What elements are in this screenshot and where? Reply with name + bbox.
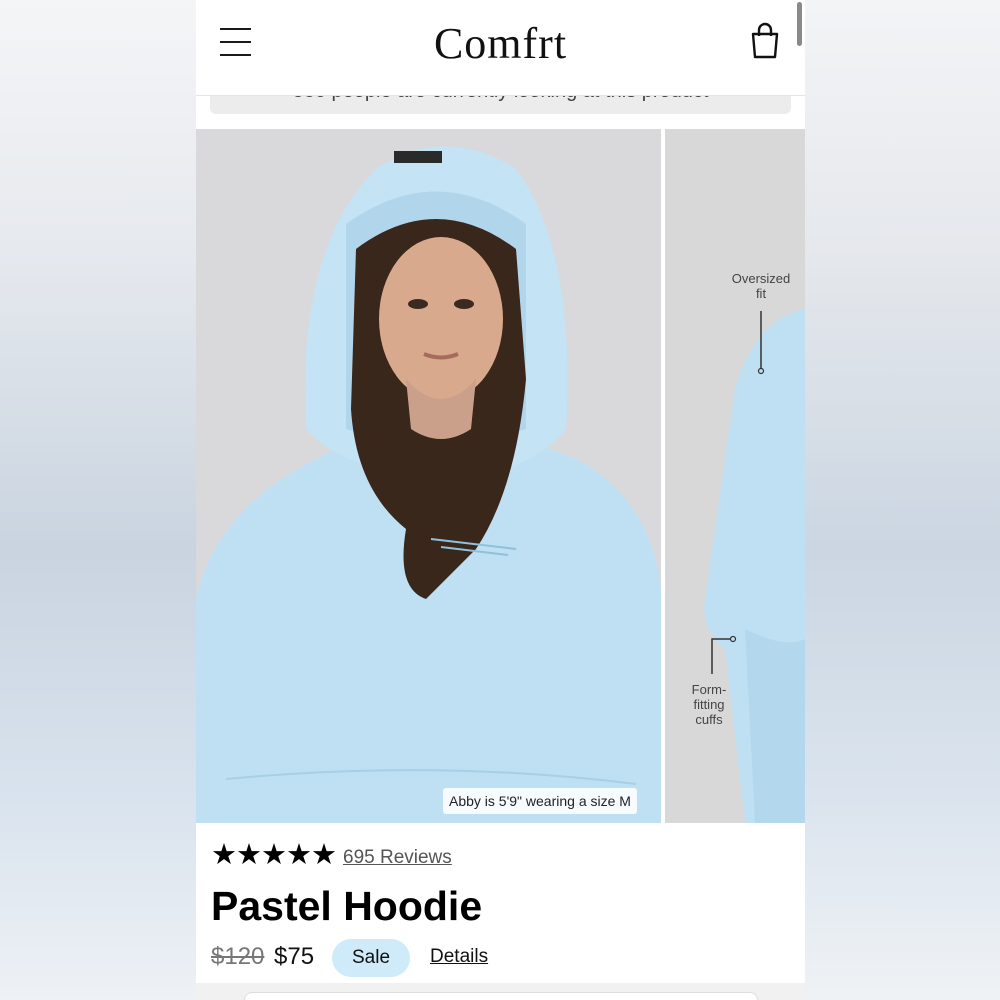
model-hoodie-illustration bbox=[196, 129, 661, 823]
details-link[interactable]: Details bbox=[430, 946, 488, 968]
product-image-main[interactable]: Abby is 5'9" wearing a size M bbox=[196, 129, 661, 823]
callout-form-fitting-cuffs: Form- fitting cuffs bbox=[679, 682, 739, 727]
brand-logo[interactable]: Comfrt bbox=[196, 18, 805, 69]
shopping-bag-icon[interactable] bbox=[748, 22, 782, 60]
site-header: Comfrt bbox=[196, 0, 805, 96]
scrollbar[interactable] bbox=[797, 2, 802, 46]
reviews-link[interactable]: 695 Reviews bbox=[343, 847, 452, 869]
callout-oversized-fit: Oversized fit bbox=[727, 271, 795, 301]
bottom-input-pill[interactable] bbox=[244, 992, 758, 1000]
product-image-gallery[interactable]: Abby is 5'9" wearing a size M Oversized … bbox=[196, 129, 805, 823]
rating-stars-icon: ★★★★★ bbox=[211, 839, 337, 871]
callout-line: fit bbox=[755, 286, 767, 301]
product-image-details[interactable]: Oversized fit Form- fitting cuffs bbox=[665, 129, 805, 823]
product-title: Pastel Hoodie bbox=[211, 883, 483, 929]
background-left bbox=[0, 0, 196, 1000]
bottom-bar bbox=[196, 983, 805, 1000]
callout-line: Oversized bbox=[731, 271, 791, 286]
product-page: Comfrt 580 people are currently looking … bbox=[196, 0, 805, 1000]
sale-badge: Sale bbox=[332, 939, 410, 977]
callout-line: fitting bbox=[693, 697, 725, 712]
size-caption: Abby is 5'9" wearing a size M bbox=[443, 788, 637, 814]
product-info: ★★★★★ 695 Reviews Pastel Hoodie $120 $75… bbox=[196, 823, 805, 983]
background-right bbox=[805, 0, 1000, 1000]
callout-line: Form- bbox=[691, 682, 727, 697]
callout-line: cuffs bbox=[695, 712, 723, 727]
original-price: $120 bbox=[211, 943, 265, 970]
sale-price: $75 bbox=[274, 943, 315, 970]
